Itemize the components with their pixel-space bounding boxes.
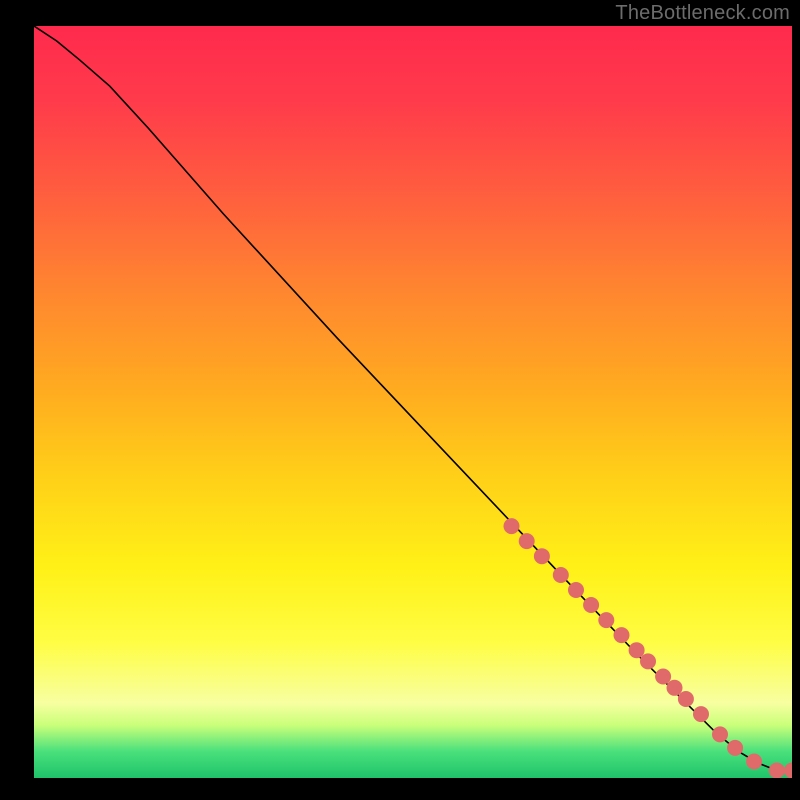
data-point bbox=[712, 726, 728, 742]
chart-container: TheBottleneck.com bbox=[0, 0, 800, 800]
plot-area bbox=[34, 26, 792, 778]
data-point bbox=[534, 548, 550, 564]
data-point bbox=[727, 740, 743, 756]
data-points bbox=[504, 518, 793, 778]
curve-line bbox=[34, 26, 792, 771]
data-point bbox=[667, 680, 683, 696]
data-point bbox=[655, 669, 671, 685]
data-point bbox=[568, 582, 584, 598]
data-point bbox=[693, 706, 709, 722]
data-point bbox=[553, 567, 569, 583]
data-point bbox=[598, 612, 614, 628]
data-point bbox=[629, 642, 645, 658]
data-point bbox=[583, 597, 599, 613]
plot-overlay bbox=[34, 26, 792, 778]
attribution-text: TheBottleneck.com bbox=[615, 2, 790, 25]
data-point bbox=[504, 518, 520, 534]
data-point bbox=[519, 533, 535, 549]
data-point bbox=[678, 691, 694, 707]
data-point bbox=[614, 627, 630, 643]
data-point bbox=[769, 763, 785, 779]
data-point bbox=[746, 754, 762, 770]
data-point bbox=[640, 653, 656, 669]
data-point bbox=[784, 763, 792, 779]
